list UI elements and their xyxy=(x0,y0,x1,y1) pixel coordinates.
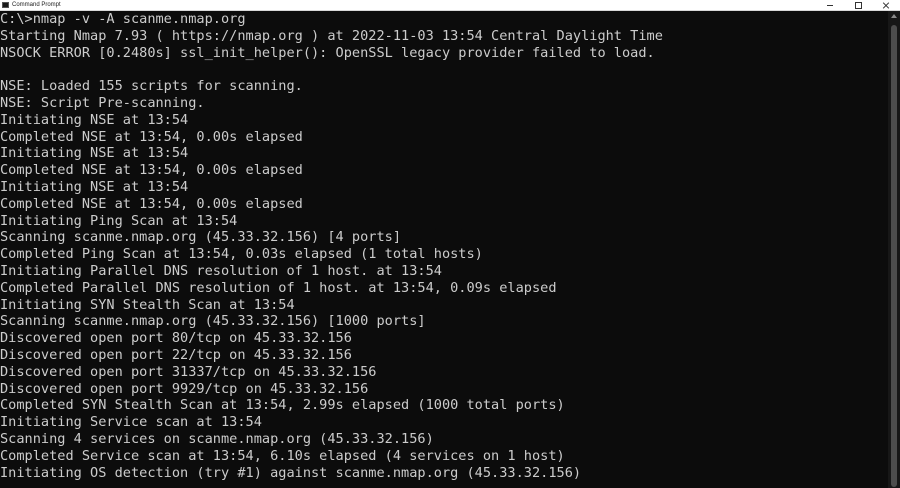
vertical-scrollbar[interactable] xyxy=(888,11,900,488)
console-line: NSOCK ERROR [0.2480s] ssl_init_helper():… xyxy=(0,44,655,61)
console-line: Initiating NSE at 13:54 xyxy=(0,111,189,128)
console-line: Completed NSE at 13:54, 0.00s elapsed xyxy=(0,128,303,145)
console-line: Completed NSE at 13:54, 0.00s elapsed xyxy=(0,162,303,179)
scroll-up-arrow-icon[interactable] xyxy=(891,14,897,18)
console-line: Completed Ping Scan at 13:54, 0.03s elap… xyxy=(0,246,483,263)
console-line: Discovered open port 31337/tcp on 45.33.… xyxy=(0,363,377,380)
console-line: Scanning scanme.nmap.org (45.33.32.156) … xyxy=(0,313,426,330)
console-line: Starting Nmap 7.93 ( https://nmap.org ) … xyxy=(0,27,663,44)
console-line: Completed NSE at 13:54, 0.00s elapsed xyxy=(0,195,303,212)
console-line: Initiating Ping Scan at 13:54 xyxy=(0,212,238,229)
scrollbar-thumb[interactable] xyxy=(891,25,897,487)
console-line: Initiating SYN Stealth Scan at 13:54 xyxy=(0,296,295,313)
console-line: Initiating NSE at 13:54 xyxy=(0,145,189,162)
console-line: Scanning 4 services on scanme.nmap.org (… xyxy=(0,430,434,447)
title-bar[interactable]: Command Prompt xyxy=(0,0,900,11)
window-title: Command Prompt xyxy=(12,2,61,8)
console-line: NSE: Loaded 155 scripts for scanning. xyxy=(0,78,303,95)
console-line: Initiating Service scan at 13:54 xyxy=(0,414,262,431)
minimize-button[interactable] xyxy=(816,0,844,11)
console-line: Completed Service scan at 13:54, 6.10s e… xyxy=(0,447,565,464)
cmd-icon xyxy=(2,2,9,8)
console-output[interactable]: C:\>nmap -v -A scanme.nmap.org Starting N… xyxy=(0,11,888,488)
maximize-button[interactable] xyxy=(844,0,872,11)
console-line: Completed SYN Stealth Scan at 13:54, 2.9… xyxy=(0,397,565,414)
console-line: C:\>nmap -v -A scanme.nmap.org xyxy=(0,11,246,27)
console-line: Initiating OS detection (try #1) against… xyxy=(0,464,582,481)
console-line: Completed Parallel DNS resolution of 1 h… xyxy=(0,279,557,296)
command-prompt-window: Command Prompt C:\>nmap -v -A scanme.nma… xyxy=(0,0,900,488)
window-controls xyxy=(816,0,900,11)
console-line: Initiating Parallel DNS resolution of 1 … xyxy=(0,262,442,279)
console-line: Discovered open port 80/tcp on 45.33.32.… xyxy=(0,330,352,347)
console-line: Initiating NSE at 13:54 xyxy=(0,178,189,195)
console-line: Discovered open port 22/tcp on 45.33.32.… xyxy=(0,346,352,363)
close-button[interactable] xyxy=(872,0,900,11)
console-line: Discovered open port 9929/tcp on 45.33.3… xyxy=(0,380,369,397)
console-line: NSE: Script Pre-scanning. xyxy=(0,94,205,111)
console-line: Scanning scanme.nmap.org (45.33.32.156) … xyxy=(0,229,402,246)
